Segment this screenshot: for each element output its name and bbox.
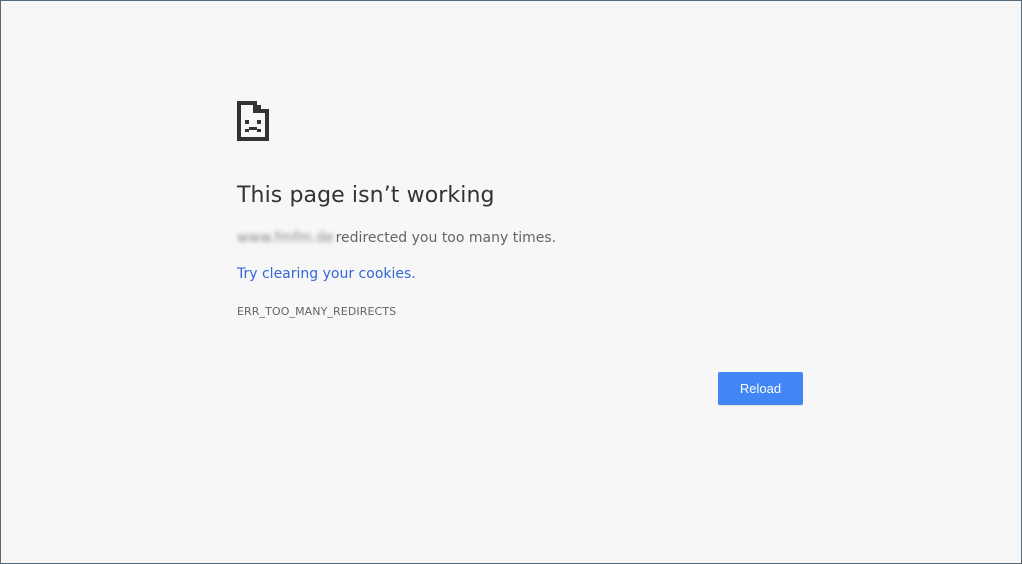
reload-button[interactable]: Reload: [718, 372, 803, 405]
error-summary: www.fmfm.de redirected you too many times…: [237, 230, 556, 246]
error-code: ERR_TOO_MANY_REDIRECTS: [237, 305, 397, 318]
clear-cookies-link[interactable]: Try clearing your cookies.: [237, 266, 416, 282]
broken-document-icon: [237, 101, 269, 141]
page-title: This page isn’t working: [237, 183, 495, 208]
error-summary-text: redirected you too many times.: [335, 230, 557, 246]
blurred-domain: www.fmfm.de: [237, 230, 334, 246]
browser-error-page: This page isn’t working www.fmfm.de redir…: [0, 0, 1022, 564]
